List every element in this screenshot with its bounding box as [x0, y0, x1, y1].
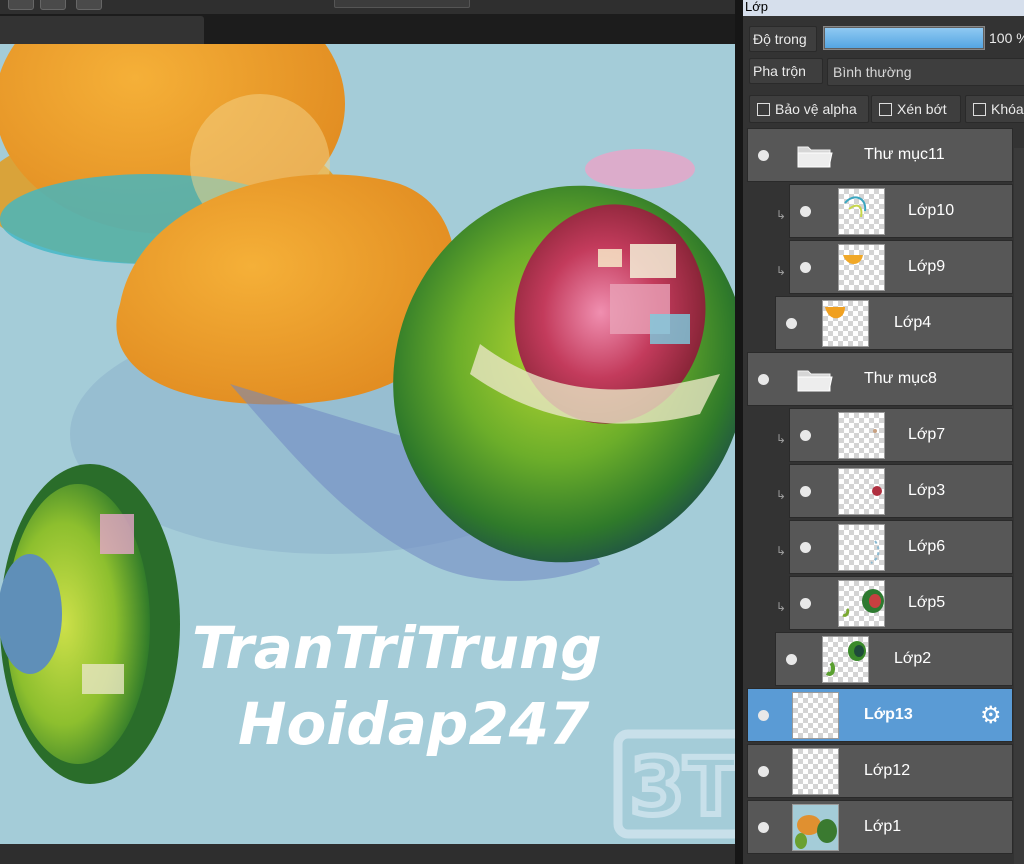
layer-row[interactable]: ↳ Lớp6 [776, 520, 1013, 574]
document-tab[interactable] [0, 16, 204, 44]
artwork-signature-line-2: Hoidap247 [238, 690, 590, 758]
layer-row[interactable]: Lớp4 [775, 296, 1013, 350]
visibility-eye-icon[interactable] [758, 710, 769, 721]
visibility-eye-icon[interactable] [758, 822, 769, 833]
layer-row[interactable]: ↳ Lớp7 [776, 408, 1013, 462]
visibility-eye-icon[interactable] [800, 542, 811, 553]
layer-name: Lớp7 [908, 426, 946, 443]
drawing-canvas[interactable]: 3T TranTriTrung Hoidap247 [0, 44, 735, 844]
layer-name: Lớp4 [894, 314, 932, 331]
layer-folder-row[interactable]: Thư mục11 [747, 128, 1013, 182]
layer-thumbnail [838, 580, 885, 627]
artwork-signature-line-1: TranTriTrung [192, 614, 602, 682]
visibility-eye-icon[interactable] [800, 206, 811, 217]
visibility-eye-icon[interactable] [800, 430, 811, 441]
clipping-checkbox[interactable]: Xén bớt [871, 95, 961, 123]
blend-mode-value: Bình thường [833, 64, 912, 80]
checkbox-box [879, 103, 892, 116]
layer-thumbnail [838, 188, 885, 235]
folder-icon [796, 141, 834, 169]
layer-list-scrollbar[interactable] [1014, 148, 1024, 864]
clipping-arrow-icon: ↳ [776, 544, 787, 558]
protect-alpha-checkbox[interactable]: Bảo vệ alpha [749, 95, 869, 123]
opacity-slider[interactable] [823, 26, 985, 50]
folder-icon [796, 365, 834, 393]
layer-name: Lớp3 [908, 482, 946, 499]
layer-thumbnail [822, 636, 869, 683]
layer-thumbnail [838, 468, 885, 515]
layer-row[interactable]: Lớp1 [747, 800, 1013, 854]
opacity-value[interactable]: 100 % [989, 26, 1024, 50]
opacity-label: Độ trong [749, 26, 817, 52]
main-toolbar [0, 0, 735, 14]
toolbar-field[interactable] [334, 0, 470, 8]
blend-mode-select[interactable]: Bình thường [827, 58, 1024, 86]
checkbox-box [757, 103, 770, 116]
layer-name: Lớp12 [864, 762, 911, 779]
layer-panel: Lớp Độ trong 100 % Pha trộn Bình thường … [743, 0, 1024, 864]
app-window: 3T TranTriTrung Hoidap247 Lớp Độ trong 1… [0, 0, 1024, 864]
visibility-eye-icon[interactable] [786, 318, 797, 329]
protect-alpha-label: Bảo vệ alpha [775, 101, 857, 117]
visibility-eye-icon[interactable] [758, 766, 769, 777]
clipping-arrow-icon: ↳ [776, 208, 787, 222]
clipping-arrow-icon: ↳ [776, 264, 787, 278]
visibility-eye-icon[interactable] [758, 374, 769, 385]
visibility-eye-icon[interactable] [800, 598, 811, 609]
layer-row[interactable]: Lớp2 [775, 632, 1013, 686]
clipping-label: Xén bớt [897, 101, 947, 117]
status-bar [0, 844, 735, 864]
gear-icon[interactable]: ⚙ [980, 703, 1002, 727]
document-tabstrip [0, 14, 735, 44]
visibility-eye-icon[interactable] [758, 150, 769, 161]
layer-name: Lớp2 [894, 650, 932, 667]
layer-name: Thư mục8 [864, 370, 937, 387]
toolbar-button[interactable] [8, 0, 34, 10]
panel-splitter[interactable] [735, 0, 743, 864]
lock-label: Khóa [991, 101, 1024, 117]
lock-checkbox[interactable]: Khóa [965, 95, 1024, 123]
visibility-eye-icon[interactable] [800, 262, 811, 273]
layer-thumbnail [822, 300, 869, 347]
layer-name: Lớp1 [864, 818, 902, 835]
checkbox-box [973, 103, 986, 116]
layer-thumbnail [792, 804, 839, 851]
clipping-arrow-icon: ↳ [776, 488, 787, 502]
clipping-arrow-icon: ↳ [776, 600, 787, 614]
layer-row[interactable]: ↳ Lớp5 [776, 576, 1013, 630]
layer-row[interactable]: ↳ Lớp9 [776, 240, 1013, 294]
panel-title: Lớp [743, 0, 1024, 16]
layer-name: Lớp9 [908, 258, 946, 275]
layer-list: Thư mục11 ↳ Lớp10 ↳ Lớp9 Lớp4 Thư mục8 ↳ Lớp7 ↳ Lớ… [743, 128, 1024, 864]
layer-name: Lớp10 [908, 202, 955, 219]
layer-row[interactable]: Lớp12 [747, 744, 1013, 798]
layer-thumbnail [838, 524, 885, 571]
opacity-slider-fill [825, 28, 983, 48]
artwork: 3T TranTriTrung Hoidap247 [0, 44, 735, 844]
toolbar-button[interactable] [76, 0, 102, 10]
layer-name: Lớp6 [908, 538, 946, 555]
layer-name: Lớp13 [864, 706, 913, 723]
layer-row[interactable]: ↳ Lớp3 [776, 464, 1013, 518]
layer-row[interactable]: Lớp13 ⚙ [747, 688, 1013, 742]
blend-mode-label: Pha trộn [749, 58, 823, 84]
clipping-arrow-icon: ↳ [776, 432, 787, 446]
layer-folder-row[interactable]: Thư mục8 [747, 352, 1013, 406]
layer-thumbnail [792, 692, 839, 739]
watermark-text: 3T [630, 743, 735, 833]
toolbar-button[interactable] [40, 0, 66, 10]
visibility-eye-icon[interactable] [800, 486, 811, 497]
layer-thumbnail [838, 244, 885, 291]
layer-thumbnail [792, 748, 839, 795]
layer-name: Thư mục11 [864, 146, 945, 163]
visibility-eye-icon[interactable] [786, 654, 797, 665]
layer-thumbnail [838, 412, 885, 459]
layer-row[interactable]: ↳ Lớp10 [776, 184, 1013, 238]
layer-name: Lớp5 [908, 594, 946, 611]
